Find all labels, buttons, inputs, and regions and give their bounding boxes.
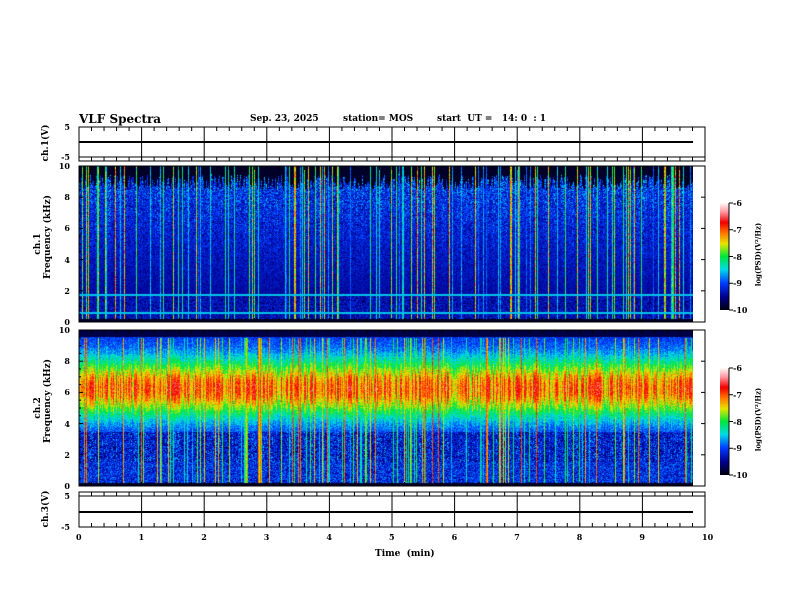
freq-ytick-label: 4 (64, 418, 70, 429)
freq-ytick-label: 0 (64, 481, 70, 491)
x-tick-label: 7 (514, 532, 520, 542)
ch2-frequency-ylabel: ch.2 Frequency (kHz) (33, 359, 53, 443)
freq-ytick-label: 10 (58, 325, 70, 335)
x-tick-label: 6 (451, 532, 458, 542)
freq-ytick-label: 6 (64, 223, 70, 234)
freq-ytick-label: 8 (64, 192, 70, 203)
colorbar-tick-label: -10 (733, 305, 748, 315)
frequency-label: Frequency (kHz) (43, 194, 53, 279)
colorbar-tick-label: -6 (733, 198, 742, 208)
colorbar-tick-label: -8 (733, 416, 742, 427)
ch2-label: ch.2 (33, 397, 43, 419)
ch2-colorbar-label: log(PSD)(V²/Hz) (753, 387, 763, 452)
ch3-ytick-label: 5 (64, 491, 70, 501)
colorbar-tick-label: -10 (733, 470, 748, 480)
freq-ytick-label: 8 (64, 356, 70, 367)
frequency-label: Frequency (kHz) (43, 358, 53, 443)
ch1-colorbar-label: log(PSD)(V²/Hz) (753, 222, 763, 287)
ch1-ytick-label: 5 (64, 122, 70, 132)
x-tick-label: 5 (389, 532, 395, 542)
x-tick-label: 4 (326, 532, 332, 542)
freq-ytick-label: 6 (64, 387, 70, 398)
colorbar-tick-label: -7 (733, 389, 742, 400)
colorbar-tick-label: -6 (733, 363, 742, 373)
x-tick-label: 2 (201, 532, 207, 542)
colorbar-tick-label: -7 (733, 224, 742, 235)
plot-axes (78, 126, 733, 528)
x-tick-label: 8 (576, 532, 583, 542)
x-tick-label: 3 (263, 532, 270, 542)
x-tick-label: 1 (138, 532, 145, 542)
ch1-label: ch.1 (33, 233, 43, 255)
colorbar-tick-label: -8 (733, 251, 742, 262)
x-tick-label: 10 (702, 532, 714, 542)
x-tick-label: 0 (76, 532, 82, 542)
colorbar-tick-label: -9 (733, 443, 742, 454)
ch1-frequency-ylabel: ch.1 Frequency (kHz) (33, 195, 53, 279)
panel-frame (78, 329, 706, 487)
ch3-ytick-label: -5 (61, 522, 70, 532)
freq-ytick-label: 2 (64, 449, 70, 460)
freq-ytick-label: 10 (58, 161, 70, 171)
ch1-voltage-ylabel: ch.1(V) (41, 124, 51, 162)
x-axis-label: Time (min) (375, 549, 435, 559)
ch3-voltage-ylabel: ch.3(V) (41, 490, 51, 528)
freq-ytick-label: 4 (64, 254, 70, 265)
panel-frame (78, 165, 706, 323)
colorbar-tick-label: -9 (733, 278, 742, 289)
freq-ytick-label: 2 (64, 285, 70, 296)
x-tick-label: 9 (639, 532, 645, 542)
